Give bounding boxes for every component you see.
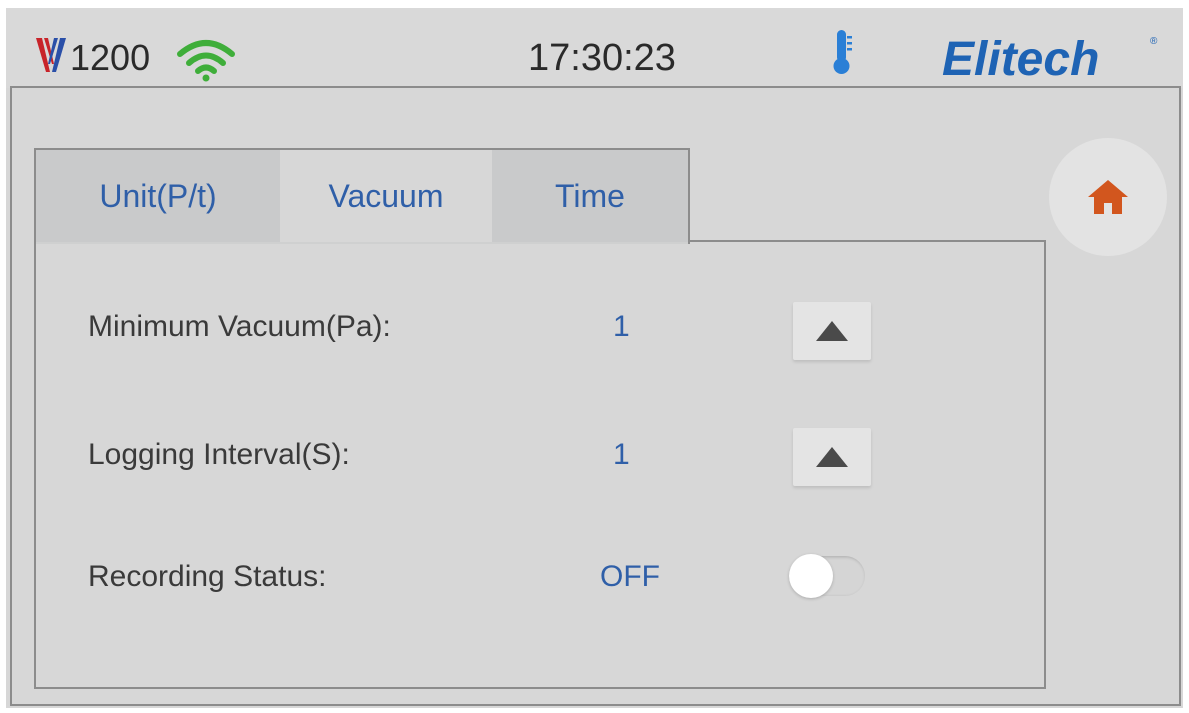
recording-toggle[interactable] <box>789 552 867 600</box>
triangle-up-icon <box>816 447 848 467</box>
status-bar: 1200 17:30:23 Elitech ® <box>6 8 1183 88</box>
thermometer-icon <box>833 30 852 74</box>
v-logo-icon <box>36 38 66 72</box>
minimum-vacuum-up-button[interactable] <box>793 302 871 360</box>
minimum-vacuum-label: Minimum Vacuum(Pa): <box>88 310 391 343</box>
tab-unit[interactable]: Unit(P/t) <box>36 150 280 242</box>
home-icon <box>1088 180 1128 214</box>
tab-vacuum[interactable]: Vacuum <box>280 150 492 242</box>
minimum-vacuum-value: 1 <box>613 310 630 343</box>
tab-time[interactable]: Time <box>492 150 688 242</box>
model-number: 1200 <box>70 37 151 78</box>
logging-interval-value: 1 <box>613 438 630 471</box>
home-button[interactable] <box>1049 138 1167 256</box>
logging-interval-up-button[interactable] <box>793 428 871 486</box>
settings-panel: Minimum Vacuum(Pa): 1 Logging Interval(S… <box>34 148 1046 693</box>
logging-interval-label: Logging Interval(S): <box>88 438 350 471</box>
clock-time: 17:30:23 <box>528 37 676 79</box>
wifi-icon <box>177 40 235 82</box>
recording-status-label: Recording Status: <box>88 560 327 593</box>
tab-content: Minimum Vacuum(Pa): 1 Logging Interval(S… <box>34 240 1046 689</box>
registered-mark: ® <box>1150 36 1158 47</box>
recording-status-value: OFF <box>600 560 660 593</box>
brand-logo: Elitech <box>942 33 1100 86</box>
device-screen: 1200 17:30:23 Elitech ® Minimum Vacuum(P… <box>6 8 1183 708</box>
tab-bar: Unit(P/t) Vacuum Time <box>34 148 690 244</box>
toggle-knob <box>789 554 833 598</box>
triangle-up-icon <box>816 321 848 341</box>
